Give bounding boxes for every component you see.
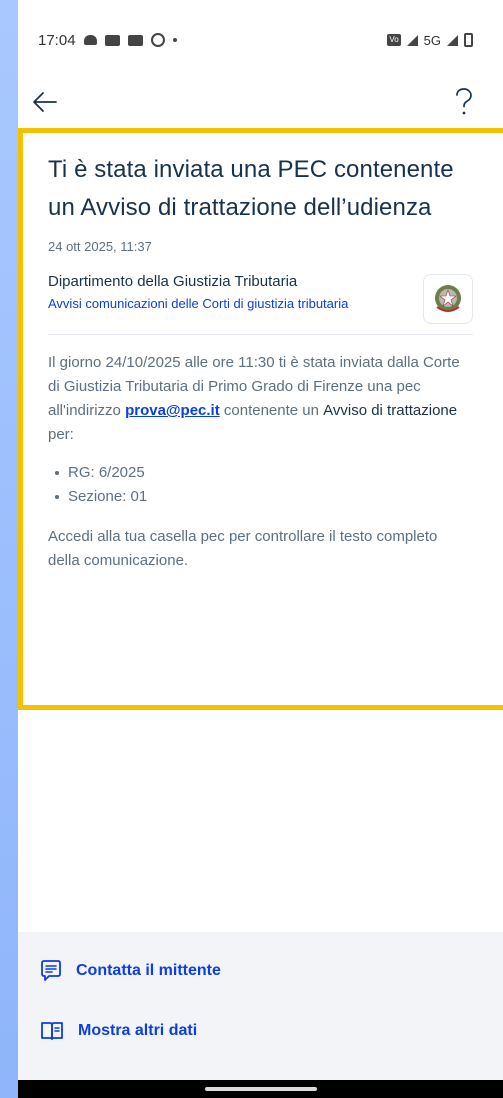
battery-icon — [464, 33, 473, 47]
status-bar: 17:04 Vo 5G — [18, 0, 503, 80]
arrow-left-icon — [33, 92, 57, 112]
home-gesture-handle[interactable] — [204, 1087, 317, 1091]
sender-section: Dipartimento della Giustizia Tributaria … — [48, 272, 473, 335]
message-date: 24 ott 2025, 11:37 — [48, 239, 152, 254]
italian-republic-emblem-icon — [423, 274, 473, 324]
message-body: Il giorno 24/10/2025 alle ore 11:30 ti è… — [48, 351, 479, 447]
help-button[interactable] — [447, 85, 481, 119]
signal-icon — [406, 34, 418, 46]
sender-info: Dipartimento della Giustizia Tributaria … — [48, 272, 368, 314]
contact-sender-button[interactable]: Contatta il mittente — [40, 954, 503, 988]
chrome-icon — [150, 33, 165, 47]
list-item-section: Sezione: 01 — [48, 485, 479, 509]
sender-name: Dipartimento della Giustizia Tributaria — [48, 273, 298, 290]
body-strong-text: Avviso di trattazione — [323, 402, 458, 419]
book-icon — [41, 1022, 63, 1040]
youtube-icon — [127, 34, 143, 46]
pec-address-link[interactable]: prova@pec.it — [125, 402, 220, 419]
notification-icon — [83, 35, 97, 45]
dot-icon — [172, 38, 177, 42]
show-more-data-button[interactable]: Mostra altri dati — [40, 1014, 503, 1048]
back-button[interactable] — [28, 85, 62, 119]
contact-sender-label: Contatta il mittente — [76, 962, 221, 979]
status-time: 17:04 — [38, 31, 76, 49]
sender-service: Avvisi comunicazioni delle Corti di gius… — [48, 296, 349, 311]
question-mark-icon — [456, 88, 472, 115]
message-card: Ti è stata inviata una PEC contenente un… — [18, 128, 503, 710]
emblem-star-icon — [435, 285, 461, 312]
youtube-icon — [104, 34, 120, 46]
chat-bubble-icon — [41, 960, 61, 981]
app-bar — [18, 80, 503, 124]
message-closing: Accedi alla tua casella pec per controll… — [48, 528, 438, 569]
status-bar-right: Vo 5G — [387, 33, 473, 48]
navigation-bar — [18, 1080, 503, 1098]
list-item-rg: RG: 6/2025 — [48, 461, 479, 485]
volte-icon: Vo — [387, 34, 401, 46]
status-bar-left: 17:04 — [38, 32, 177, 49]
body-text-3: per: — [48, 426, 74, 443]
network-type: 5G — [423, 32, 441, 48]
signal-icon — [447, 34, 458, 46]
message-title: Ti è stata inviata una PEC contenente un… — [48, 156, 454, 221]
show-more-data-label: Mostra altri dati — [78, 1022, 198, 1039]
phone-screen: 17:04 Vo 5G Ti è stata inviata una PEC c… — [18, 0, 503, 1098]
body-text-2: contenente un — [219, 402, 324, 419]
details-list: RG: 6/2025 Sezione: 01 — [48, 461, 479, 509]
actions-panel: Contatta il mittente Mostra altri dati — [18, 932, 503, 1082]
